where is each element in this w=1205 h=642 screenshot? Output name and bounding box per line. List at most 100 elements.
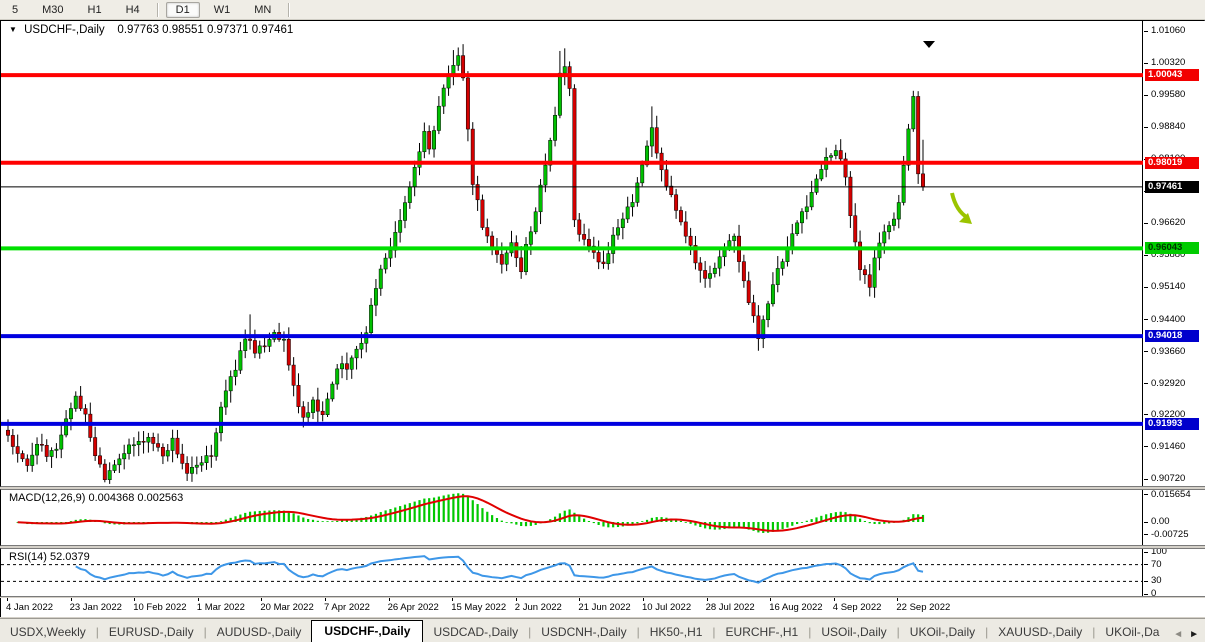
time-tick-mark bbox=[198, 598, 199, 601]
tab-usdchf-daily[interactable]: USDCHF-,Daily bbox=[311, 620, 423, 642]
price-chart-surface[interactable] bbox=[1, 21, 1143, 486]
price-tick-mark bbox=[1144, 351, 1148, 352]
candles-layer bbox=[6, 44, 924, 484]
time-tick-mark bbox=[325, 598, 326, 601]
chevron-down-icon: ▼ bbox=[9, 25, 17, 34]
price-tick-label: 1.01060 bbox=[1151, 25, 1185, 36]
tab-scroll-right-icon[interactable]: ► bbox=[1189, 629, 1199, 640]
time-tick-mark bbox=[579, 598, 580, 601]
x-axis-label: 10 Feb 2022 bbox=[133, 602, 186, 613]
macd-tick-label: -0.00725 bbox=[1151, 529, 1189, 540]
trading-terminal-window: 5M30 H1H4 D1W1MN ▼ USDCHF-,Daily 0.97763 0… bbox=[0, 0, 1205, 642]
tab-ukoil-daily[interactable]: UKOil-,Daily bbox=[900, 622, 985, 642]
rsi-tick-mark bbox=[1144, 594, 1148, 595]
rsi-tick-label: 30 bbox=[1151, 575, 1162, 586]
price-tick-label: 0.91460 bbox=[1151, 441, 1185, 452]
rsi-tick-label: 100 bbox=[1151, 549, 1167, 557]
x-axis-label: 2 Jun 2022 bbox=[515, 602, 562, 613]
chart-ohlc-values: 0.97763 0.98551 0.97371 0.97461 bbox=[117, 24, 293, 36]
rsi-tick-mark bbox=[1144, 552, 1148, 553]
time-tick-mark bbox=[452, 598, 453, 601]
price-badge-0.98019: 0.98019 bbox=[1145, 157, 1199, 169]
time-axis[interactable]: 4 Jan 202223 Jan 202210 Feb 20221 Mar 20… bbox=[0, 598, 1205, 617]
price-tick-mark bbox=[1144, 127, 1148, 128]
price-tick-label: 0.98840 bbox=[1151, 121, 1185, 132]
timeframe-toolbar: 5M30 H1H4 D1W1MN bbox=[0, 0, 1205, 20]
time-tick-mark bbox=[71, 598, 72, 601]
time-tick-mark bbox=[134, 598, 135, 601]
tab-usdx-weekly[interactable]: USDX,Weekly bbox=[0, 622, 96, 642]
x-axis-label: 22 Sep 2022 bbox=[896, 602, 950, 613]
tab-scroll-arrows: ◄► bbox=[1173, 629, 1205, 642]
price-tick-label: 0.96620 bbox=[1151, 217, 1185, 228]
tab-hk50-h1[interactable]: HK50-,H1 bbox=[640, 622, 713, 642]
timeframe-button-mn[interactable]: MN bbox=[244, 2, 281, 18]
x-axis-label: 21 Jun 2022 bbox=[578, 602, 630, 613]
tab-usdcad-daily[interactable]: USDCAD-,Daily bbox=[423, 622, 528, 642]
x-axis-label: 10 Jul 2022 bbox=[642, 602, 691, 613]
price-badge-0.96043: 0.96043 bbox=[1145, 242, 1199, 254]
time-tick-mark bbox=[389, 598, 390, 601]
timeframe-button-m30[interactable]: M30 bbox=[32, 2, 73, 18]
price-tick-label: 1.00320 bbox=[1151, 57, 1185, 68]
price-chart-pane: ▼ USDCHF-,Daily 0.97763 0.98551 0.97371 … bbox=[0, 20, 1205, 487]
tab-scroll-left-icon[interactable]: ◄ bbox=[1173, 629, 1183, 640]
price-tick-mark bbox=[1144, 383, 1148, 384]
rsi-tick-label: 0 bbox=[1151, 588, 1156, 596]
rsi-tick-mark bbox=[1144, 581, 1148, 582]
time-tick-mark bbox=[516, 598, 517, 601]
price-tick-mark bbox=[1144, 255, 1148, 256]
timeframe-button-5[interactable]: 5 bbox=[2, 2, 28, 18]
rsi-label: RSI(14) 52.0379 bbox=[9, 551, 90, 563]
tab-usoil-daily[interactable]: USOil-,Daily bbox=[811, 622, 896, 642]
price-badge-1.00043: 1.00043 bbox=[1145, 69, 1199, 81]
rsi-line bbox=[76, 556, 923, 583]
macd-pane: MACD(12,26,9) 0.004368 0.002563 0.015654… bbox=[0, 489, 1205, 546]
tab-ukoil-da[interactable]: UKOil-,Da bbox=[1095, 622, 1169, 642]
macd-tick-mark bbox=[1144, 494, 1148, 495]
time-tick-mark bbox=[707, 598, 708, 601]
price-tick-label: 0.94400 bbox=[1151, 314, 1185, 325]
time-tick-mark bbox=[897, 598, 898, 601]
rsi-tick-mark bbox=[1144, 564, 1148, 565]
x-axis-label: 7 Apr 2022 bbox=[324, 602, 370, 613]
time-tick-mark bbox=[7, 598, 8, 601]
time-tick-mark bbox=[643, 598, 644, 601]
tab-eurusd-daily[interactable]: EURUSD-,Daily bbox=[99, 622, 204, 642]
rsi-axis: 10070300 bbox=[1144, 549, 1205, 596]
rsi-pane: RSI(14) 52.0379 10070300 bbox=[0, 548, 1205, 597]
timeframe-button-d1[interactable]: D1 bbox=[166, 2, 200, 18]
tab-eurchf-h1[interactable]: EURCHF-,H1 bbox=[716, 622, 809, 642]
x-axis-label: 23 Jan 2022 bbox=[70, 602, 122, 613]
timeframe-button-w1[interactable]: W1 bbox=[204, 2, 241, 18]
x-axis-label: 16 Aug 2022 bbox=[769, 602, 822, 613]
price-tick-mark bbox=[1144, 223, 1148, 224]
price-tick-mark bbox=[1144, 63, 1148, 64]
tab-xauusd-daily[interactable]: XAUUSD-,Daily bbox=[988, 622, 1092, 642]
x-axis-label: 4 Jan 2022 bbox=[6, 602, 53, 613]
price-tick-mark bbox=[1144, 31, 1148, 32]
timeframe-button-h4[interactable]: H4 bbox=[116, 2, 150, 18]
price-badge-0.91993: 0.91993 bbox=[1145, 418, 1199, 430]
price-tick-label: 0.92920 bbox=[1151, 378, 1185, 389]
toolbar-separator bbox=[157, 3, 159, 17]
macd-tick-mark bbox=[1144, 534, 1148, 535]
price-tick-label: 0.93660 bbox=[1151, 346, 1185, 357]
macd-tick-label: 0.00 bbox=[1151, 516, 1170, 527]
sell-arrow-annotation[interactable] bbox=[952, 193, 972, 224]
arrow-down-marker[interactable] bbox=[923, 41, 935, 48]
time-tick-mark bbox=[261, 598, 262, 601]
time-tick-mark bbox=[770, 598, 771, 601]
macd-axis: 0.0156540.00-0.00725 bbox=[1144, 490, 1205, 545]
rsi-plot-surface[interactable] bbox=[1, 549, 1143, 596]
timeframe-button-h1[interactable]: H1 bbox=[78, 2, 112, 18]
tab-usdcnh-daily[interactable]: USDCNH-,Daily bbox=[531, 622, 636, 642]
price-tick-label: 0.95140 bbox=[1151, 281, 1185, 292]
price-axis[interactable]: 1.010601.003200.995800.988400.981000.973… bbox=[1144, 21, 1205, 486]
price-tick-mark bbox=[1144, 479, 1148, 480]
toolbar-separator bbox=[288, 3, 290, 17]
price-tick-mark bbox=[1144, 414, 1148, 415]
x-axis-label: 20 Mar 2022 bbox=[260, 602, 313, 613]
tab-audusd-daily[interactable]: AUDUSD-,Daily bbox=[207, 622, 312, 642]
price-tick-label: 0.90720 bbox=[1151, 473, 1185, 484]
